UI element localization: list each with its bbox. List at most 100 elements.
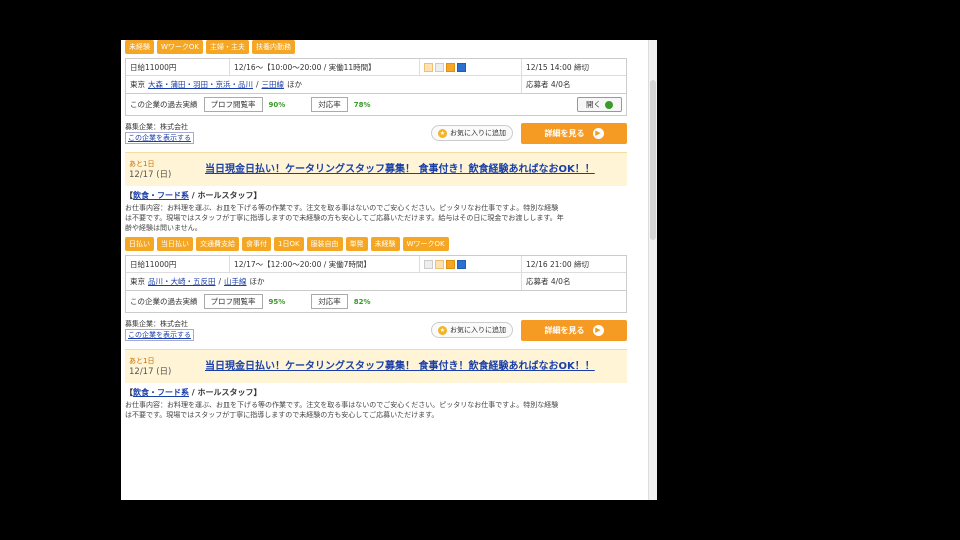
stats-percent: 90% <box>268 100 286 109</box>
calendar-squares <box>420 59 522 75</box>
tag: 日払い <box>125 237 154 251</box>
access-link[interactable]: 品川・大崎・五反田 <box>148 276 216 287</box>
access: 東京 品川・大崎・五反田 / 山手線 ほか <box>126 273 522 290</box>
detail-label: 詳細を見る <box>544 325 585 335</box>
info-row: 東京 品川・大崎・五反田 / 山手線 ほか 応募者 4/0名 <box>126 273 626 290</box>
tag-list: 日払い 当日払い 交通費支給 食事付 1日OK 服装自由 単発 未経験 Wワーク… <box>125 237 627 251</box>
pay: 日給11000円 <box>126 256 230 272</box>
company-label: 募集企業：株式会社 <box>125 320 188 328</box>
date-badge: あと1日 12/17 (日) <box>125 356 205 378</box>
category-link[interactable]: 飲食・フード系 <box>133 191 189 200</box>
tag: 未経験 <box>370 237 400 251</box>
access-prefix: 東京 <box>130 80 145 89</box>
stats-percent: 95% <box>268 297 286 306</box>
job-description: お仕事内容：お料理を運ぶ、お皿を下げる等の作業です。注文を取る事はないのでご安心… <box>125 204 564 232</box>
applicants: 応募者 4/0名 <box>526 277 571 286</box>
date-badge: あと1日 12/17 (日) <box>125 159 205 181</box>
category: 【飲食・フード系 / ホールスタッフ】 <box>125 388 262 397</box>
day-square <box>457 259 466 269</box>
info-table: 日給11000円 12/16～【10:00～20:00 / 実働11時間】 12… <box>125 58 627 94</box>
calendar-squares <box>420 256 522 272</box>
company-link[interactable]: この企業を表示する <box>125 132 194 144</box>
tag: 未経験 <box>125 40 154 54</box>
schedule: 12/17～【12:00～20:00 / 実働7時間】 <box>230 256 420 272</box>
listing-3: あと1日 12/17 (日) 当日現金日払い！ケータリングスタッフ募集！ 食事付… <box>125 349 627 420</box>
favorite-label: お気に入りに追加 <box>450 326 506 334</box>
day-square <box>457 62 466 72</box>
category-rest: / ホールスタッフ】 <box>189 191 262 200</box>
schedule: 12/16～【10:00～20:00 / 実働11時間】 <box>230 59 420 75</box>
category: 【飲食・フード系 / ホールスタッフ】 <box>125 191 262 200</box>
detail-button[interactable]: 詳細を見る ▶ <box>521 319 627 341</box>
toggle-label: 開く <box>586 100 601 109</box>
tag: 単発 <box>345 237 368 251</box>
job-description: お仕事内容：お料理を運ぶ、お皿を下げる等の作業です。注文を取る事はないのでご安心… <box>125 401 559 419</box>
tag: 扶養内勤務 <box>252 40 296 54</box>
days-left: あと1日 <box>129 159 155 168</box>
access-link[interactable]: 山手線 <box>224 276 247 287</box>
access-prefix: 東京 <box>130 277 145 286</box>
stats-box: プロフ閲覧率 <box>203 97 263 112</box>
access-suffix: ほか <box>287 80 303 89</box>
detail-label: 詳細を見る <box>544 128 585 138</box>
detail-button[interactable]: 詳細を見る ▶ <box>521 122 627 144</box>
day-square <box>446 259 455 269</box>
access-link[interactable]: 大森・蒲田・羽田・京浜・品川 <box>148 79 253 90</box>
tag: WワークOK <box>157 40 204 54</box>
star-icon: ★ <box>438 325 447 335</box>
day-square <box>424 62 433 72</box>
tag: WワークOK <box>402 237 449 251</box>
favorite-button[interactable]: ★ お気に入りに追加 <box>431 322 513 338</box>
category-link[interactable]: 飲食・フード系 <box>133 388 189 397</box>
days-left: あと1日 <box>129 356 155 365</box>
browser-viewport: 未経験 WワークOK 主婦・主夫 扶養内勤務 日給11000円 12/16～【1… <box>121 40 657 500</box>
favorite-label: お気に入りに追加 <box>450 129 506 137</box>
tag: 服装自由 <box>306 237 343 251</box>
status-dot-icon <box>605 100 613 109</box>
info-table: 日給11000円 12/17～【12:00～20:00 / 実働7時間】 12/… <box>125 255 627 291</box>
stats-row: この企業の過去実績 プロフ閲覧率 90% 対応率 78% 開く <box>125 94 627 116</box>
listing-1: 未経験 WワークOK 主婦・主夫 扶養内勤務 日給11000円 12/16～【1… <box>125 40 627 148</box>
stats-row: この企業の過去実績 プロフ閲覧率 95% 対応率 82% <box>125 291 627 313</box>
day-square <box>446 62 455 72</box>
category-rest: / ホールスタッフ】 <box>189 388 262 397</box>
info-row: 東京 大森・蒲田・羽田・京浜・品川 / 三田線 ほか 応募者 4/0名 <box>126 76 626 93</box>
deadline: 12/15 14:00 締切 <box>526 62 589 72</box>
access: 東京 大森・蒲田・羽田・京浜・品川 / 三田線 ほか <box>126 76 522 93</box>
job-title[interactable]: 当日現金日払い！ケータリングスタッフ募集！ 食事付き！飲食経験あればなおOK！！ <box>205 163 625 176</box>
tag: 1日OK <box>274 237 304 251</box>
scrollbar[interactable] <box>648 40 657 500</box>
job-header: あと1日 12/17 (日) 当日現金日払い！ケータリングスタッフ募集！ 食事付… <box>125 349 627 383</box>
scrollbar-thumb[interactable] <box>650 80 656 240</box>
open-toggle[interactable]: 開く <box>577 97 622 112</box>
job-list: 未経験 WワークOK 主婦・主夫 扶養内勤務 日給11000円 12/16～【1… <box>125 40 627 420</box>
tag: 食事付 <box>242 237 271 251</box>
stats-label: この企業の過去実績 <box>130 297 198 306</box>
access-link[interactable]: 三田線 <box>262 79 285 90</box>
tag: 交通費支給 <box>196 237 239 251</box>
favorite-button[interactable]: ★ お気に入りに追加 <box>431 125 513 141</box>
arrow-right-icon: ▶ <box>592 324 604 336</box>
posted-date: 12/17 (日) <box>129 366 172 377</box>
job-header: あと1日 12/17 (日) 当日現金日払い！ケータリングスタッフ募集！ 食事付… <box>125 152 627 186</box>
listing-2: あと1日 12/17 (日) 当日現金日払い！ケータリングスタッフ募集！ 食事付… <box>125 152 627 345</box>
stats-box: 対応率 <box>311 97 348 112</box>
stats-box: 対応率 <box>311 294 348 309</box>
stats-label: この企業の過去実績 <box>130 100 198 109</box>
tag-list: 未経験 WワークOK 主婦・主夫 扶養内勤務 <box>125 40 627 54</box>
stats-box: プロフ閲覧率 <box>203 294 263 309</box>
day-square <box>435 62 444 72</box>
tag: 当日払い <box>157 237 193 251</box>
applicants: 応募者 4/0名 <box>526 80 571 89</box>
company-row: 募集企業：株式会社 この企業を表示する ★ お気に入りに追加 詳細を見る ▶ <box>125 315 627 345</box>
company-link[interactable]: この企業を表示する <box>125 329 194 341</box>
company-row: 募集企業：株式会社 この企業を表示する ★ お気に入りに追加 詳細を見る ▶ <box>125 118 627 148</box>
day-square <box>435 259 444 269</box>
star-icon: ★ <box>438 128 447 138</box>
stats-percent: 78% <box>353 100 371 109</box>
posted-date: 12/17 (日) <box>129 169 172 180</box>
info-row: 日給11000円 12/16～【10:00～20:00 / 実働11時間】 12… <box>126 59 626 76</box>
day-square <box>424 259 433 269</box>
job-title[interactable]: 当日現金日払い！ケータリングスタッフ募集！ 食事付き！飲食経験あればなおOK！！ <box>205 360 625 373</box>
company-label: 募集企業：株式会社 <box>125 123 188 131</box>
